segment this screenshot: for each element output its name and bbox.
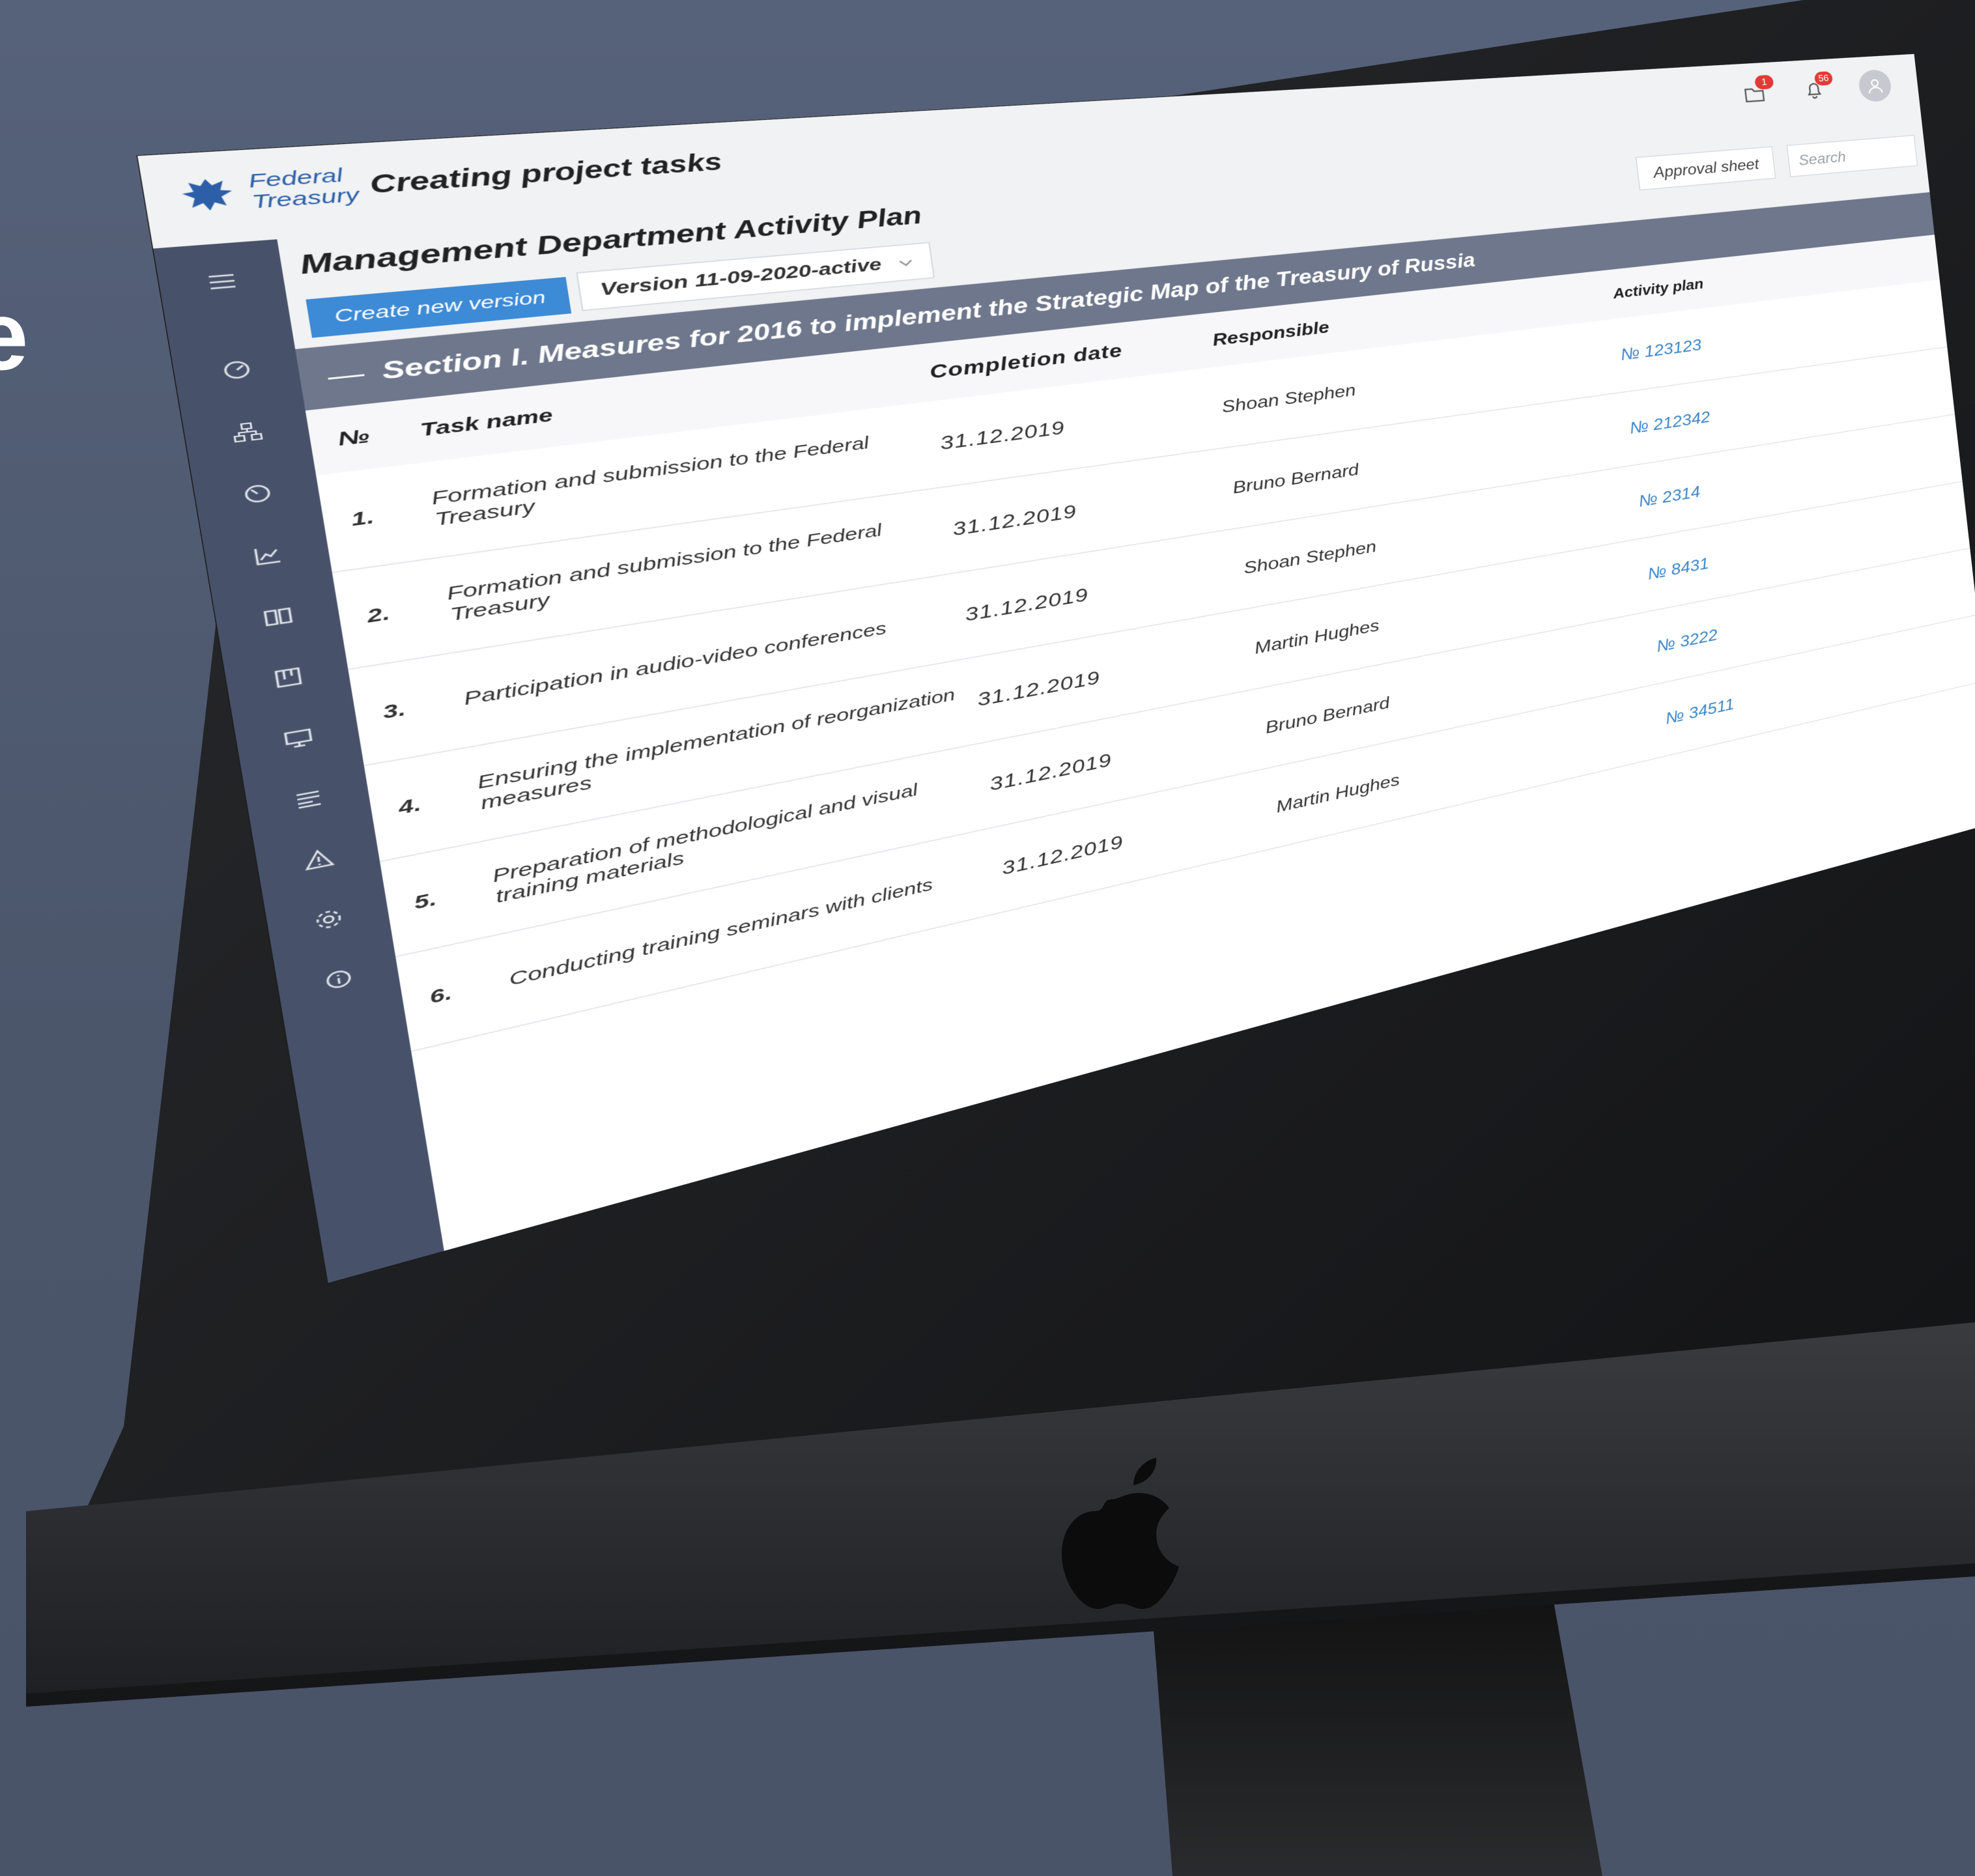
app-logo[interactable]: Federal Treasury <box>170 163 361 220</box>
topbar-actions: 1 56 <box>1739 68 1893 111</box>
chart-icon <box>250 542 285 568</box>
org-structure-icon <box>229 419 265 445</box>
activity-plan-link[interactable]: № 212342 <box>1628 408 1711 438</box>
user-icon <box>1865 76 1885 96</box>
activity-plan-link[interactable]: № 123123 <box>1619 335 1702 364</box>
activity-plan-link[interactable]: № 8431 <box>1647 554 1710 583</box>
folder-badge: 1 <box>1754 74 1774 90</box>
list-icon <box>291 786 326 813</box>
book-icon <box>261 603 296 629</box>
row-number: 3. <box>348 652 471 766</box>
kanban-icon <box>271 664 306 691</box>
notifications-button[interactable]: 56 <box>1800 71 1834 104</box>
scene: e Federal Treasury Creating project task… <box>0 0 1975 1876</box>
row-number: 2. <box>332 557 456 670</box>
activity-plan-link[interactable]: № 34511 <box>1664 694 1735 728</box>
notifications-badge: 56 <box>1813 71 1834 86</box>
app-window: Federal Treasury Creating project tasks … <box>137 53 1975 1283</box>
activity-plan-link[interactable]: № 2314 <box>1638 482 1701 510</box>
row-number: 1. <box>316 462 440 573</box>
approval-sheet-button[interactable]: Approval sheet <box>1635 146 1776 191</box>
search-input[interactable] <box>1786 134 1918 178</box>
folder-button[interactable]: 1 <box>1739 74 1774 107</box>
dashboard-icon <box>219 358 255 383</box>
monitor-stand <box>1153 1583 1602 1876</box>
menu-button[interactable] <box>154 246 289 318</box>
screen-viewport: Federal Treasury Creating project tasks … <box>137 53 1975 1303</box>
chevron-down-icon <box>896 255 916 271</box>
user-avatar[interactable] <box>1857 68 1893 103</box>
settings-icon <box>311 905 346 933</box>
main-content: Management Department Activity Plan Crea… <box>277 116 1975 1251</box>
warning-icon <box>301 846 335 873</box>
collapse-section-toggle[interactable]: — <box>326 359 367 391</box>
logo-text: Federal Treasury <box>247 165 361 213</box>
version-select-value: Version 11-09-2020-active <box>599 255 883 300</box>
info-icon <box>321 965 356 993</box>
app-title: Creating project tasks <box>367 149 724 199</box>
monitor-icon <box>281 725 316 752</box>
speedometer-icon <box>240 481 276 507</box>
menu-icon <box>204 269 240 294</box>
activity-plan-link[interactable]: № 3222 <box>1656 625 1719 655</box>
eagle-emblem-icon <box>170 170 244 220</box>
